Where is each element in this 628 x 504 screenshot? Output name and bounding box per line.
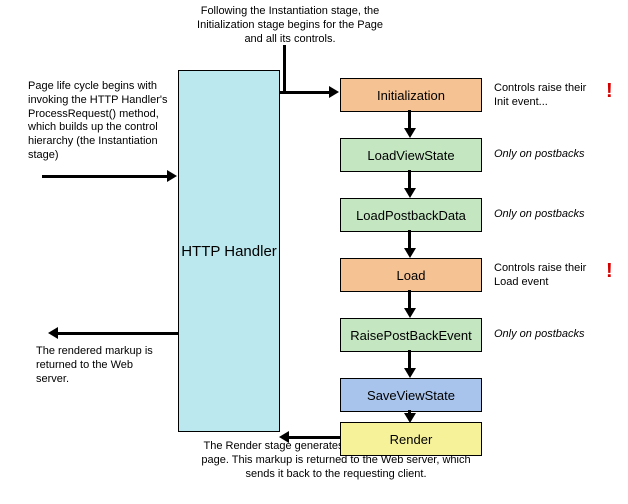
exclamation-icon: !	[606, 260, 613, 283]
arrow-line	[289, 436, 340, 439]
stage-save-view-state: SaveViewState	[340, 378, 482, 412]
note-postback-1: Only on postbacks	[494, 148, 599, 162]
arrow-line	[408, 290, 411, 308]
annotation-top: Following the Instantiation stage, the I…	[190, 5, 390, 46]
note-postback-2: Only on postbacks	[494, 208, 599, 222]
annotation-left-bottom: The rendered markup is returned to the W…	[36, 345, 166, 386]
stage-label: Load	[397, 268, 426, 283]
arrow-line	[408, 170, 411, 188]
stage-label: RaisePostBackEvent	[350, 328, 471, 343]
arrow-line	[42, 175, 167, 178]
stage-initialization: Initialization	[340, 78, 482, 112]
note-init: Controls raise their Init event...	[494, 82, 599, 110]
arrow-head-icon	[404, 188, 416, 198]
note-load: Controls raise their Load event	[494, 262, 599, 290]
stage-load-view-state: LoadViewState	[340, 138, 482, 172]
arrow-line	[58, 332, 178, 335]
stage-label: SaveViewState	[367, 388, 455, 403]
stage-load-postback-data: LoadPostbackData	[340, 198, 482, 232]
stage-raise-postback-event: RaisePostBackEvent	[340, 318, 482, 352]
arrow-head-icon	[279, 431, 289, 443]
annotation-left-top: Page life cycle begins with invoking the…	[28, 80, 168, 163]
arrow-head-icon	[404, 248, 416, 258]
note-postback-3: Only on postbacks	[494, 328, 599, 342]
stage-render: Render	[340, 422, 482, 456]
stage-label: Initialization	[377, 88, 445, 103]
stage-load: Load	[340, 258, 482, 292]
http-handler-box: HTTP Handler	[178, 70, 280, 432]
stage-label: LoadViewState	[367, 148, 454, 163]
arrow-head-icon	[404, 413, 416, 423]
http-handler-label: HTTP Handler	[181, 243, 277, 260]
arrow-head-icon	[329, 86, 339, 98]
arrow-line	[408, 110, 411, 128]
arrow-head-icon	[404, 128, 416, 138]
diagram-canvas: Following the Instantiation stage, the I…	[0, 0, 628, 504]
exclamation-icon: !	[606, 80, 613, 103]
arrow-line	[283, 45, 286, 94]
arrow-line	[408, 230, 411, 248]
stage-label: LoadPostbackData	[356, 208, 466, 223]
arrow-head-icon	[48, 327, 58, 339]
arrow-line	[279, 91, 329, 94]
arrow-head-icon	[404, 308, 416, 318]
arrow-head-icon	[167, 170, 177, 182]
arrow-head-icon	[404, 368, 416, 378]
stage-label: Render	[390, 432, 433, 447]
arrow-line	[408, 350, 411, 368]
